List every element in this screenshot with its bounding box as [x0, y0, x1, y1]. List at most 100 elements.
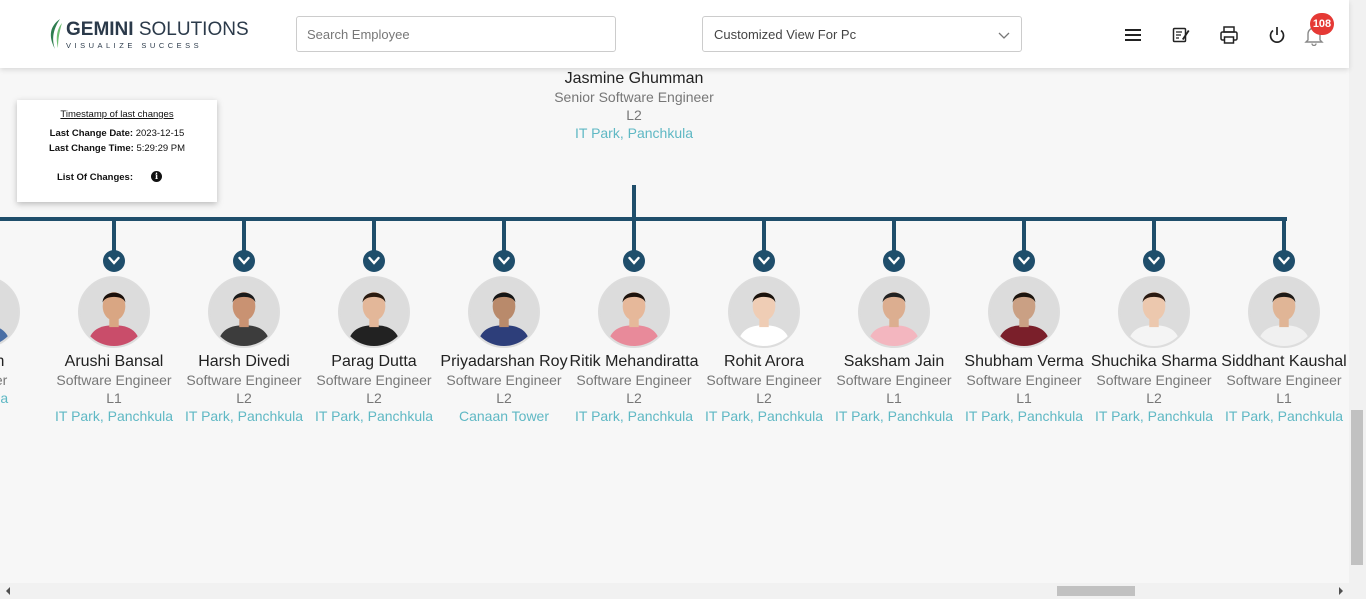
expand-toggle-button[interactable] — [233, 250, 255, 272]
expand-toggle-button[interactable] — [753, 250, 775, 272]
top-header: GEMINI SOLUTIONS VISUALIZE SUCCESS Custo… — [0, 0, 1349, 68]
expand-toggle-button[interactable] — [103, 250, 125, 272]
employee-info: Saksham Jain Software Engineer L1 IT Park,… — [829, 353, 959, 425]
employee-avatar[interactable] — [78, 276, 150, 348]
company-logo[interactable]: GEMINI SOLUTIONS VISUALIZE SUCCESS — [46, 16, 249, 52]
employee-info: Shubham Verma Software Engineer L1 IT Park… — [959, 353, 1089, 425]
expand-toggle-button[interactable] — [623, 250, 645, 272]
chevron-down-icon — [1148, 256, 1160, 265]
person-photo-icon — [470, 278, 538, 346]
employee-connector — [1282, 217, 1286, 253]
employee-role: Software Engineer L1 — [966, 372, 1082, 406]
employee-location: IT Park, Panchkula — [184, 408, 304, 424]
chevron-down-icon — [1278, 256, 1290, 265]
timestamp-card: Timestamp of last changes Last Change Da… — [17, 100, 217, 202]
employee-role: Software Engineer L2 — [576, 372, 692, 406]
employee-avatar[interactable] — [1248, 276, 1320, 348]
employee-name: Saksham Jain — [843, 353, 945, 370]
employee-role: Software Engineer L2 — [446, 372, 562, 406]
employee-info: Harsh Divedi Software Engineer L2 IT Park,… — [179, 353, 309, 425]
employee-name: Priyadarshan Roy — [440, 353, 568, 370]
expand-toggle-button[interactable] — [1013, 250, 1035, 272]
edit-note-icon[interactable] — [1170, 24, 1192, 46]
vertical-scrollbar[interactable] — [1349, 0, 1366, 583]
employee-role: Software Engineer L2 — [186, 372, 302, 406]
employee-location: IT Park, Panchkula — [704, 408, 824, 424]
employee-avatar[interactable] — [728, 276, 800, 348]
org-horizontal-connector — [0, 217, 1287, 221]
person-photo-icon — [210, 278, 278, 346]
expand-toggle-button[interactable] — [1273, 250, 1295, 272]
scroll-left-arrow-icon[interactable] — [3, 583, 13, 599]
employee-name: Siddhant Kaushal — [1221, 353, 1347, 370]
horizontal-scroll-thumb[interactable] — [1057, 586, 1135, 596]
chevron-down-icon — [628, 256, 640, 265]
employee-role: ngineer — [0, 372, 8, 388]
employee-role: Software Engineer L1 — [836, 372, 952, 406]
chevron-down-icon — [498, 256, 510, 265]
employee-connector — [632, 217, 636, 253]
manager-node[interactable]: Jasmine Ghumman Senior Software Engineer… — [554, 70, 714, 142]
employee-role: Software Engineer L1 — [56, 372, 172, 406]
manager-name: Jasmine Ghumman — [564, 70, 704, 87]
employee-name: Ritik Mehandiratta — [569, 353, 699, 370]
employee-info: Ritik Mehandiratta Software Engineer L2 IT… — [569, 353, 699, 425]
person-photo-icon — [860, 278, 928, 346]
expand-toggle-button[interactable] — [1143, 250, 1165, 272]
employee-name: Shuchika Sharma — [1090, 353, 1218, 370]
chevron-down-icon — [998, 32, 1010, 39]
employee-location: IT Park, Panchkula — [314, 408, 434, 424]
person-photo-icon — [990, 278, 1058, 346]
employee-avatar[interactable] — [858, 276, 930, 348]
employee-connector — [1152, 217, 1156, 253]
employee-role: Software Engineer L2 — [316, 372, 432, 406]
horizontal-scrollbar[interactable] — [0, 583, 1366, 599]
scroll-right-arrow-icon[interactable] — [1336, 583, 1346, 599]
employee-name: Harsh Divedi — [198, 353, 290, 370]
person-photo-icon — [80, 278, 148, 346]
view-select-dropdown[interactable]: Customized View For Pc — [702, 16, 1022, 52]
employee-name: Arushi Bansal — [64, 353, 164, 370]
expand-toggle-button[interactable] — [363, 250, 385, 272]
employee-location: IT Park, Panchkula — [54, 408, 174, 424]
chevron-down-icon — [1018, 256, 1030, 265]
person-photo-icon — [1250, 278, 1318, 346]
employee-info: Singhngineer nchkula — [0, 353, 49, 407]
notification-count-badge[interactable]: 108 — [1310, 13, 1334, 35]
person-photo-icon — [1120, 278, 1188, 346]
expand-toggle-button[interactable] — [493, 250, 515, 272]
employee-name: Shubham Verma — [964, 353, 1084, 370]
employee-info: Arushi Bansal Software Engineer L1 IT Park… — [49, 353, 179, 425]
employee-avatar[interactable] — [988, 276, 1060, 348]
employee-location: Canaan Tower — [458, 408, 550, 424]
employee-connector — [372, 217, 376, 253]
employee-avatar[interactable] — [468, 276, 540, 348]
employee-avatar[interactable] — [208, 276, 280, 348]
expand-toggle-button[interactable] — [883, 250, 905, 272]
list-of-changes-label: List Of Changes: — [56, 172, 133, 183]
chevron-down-icon — [108, 256, 120, 265]
employee-location: nchkula — [0, 390, 9, 406]
chevron-down-icon — [238, 256, 250, 265]
print-icon[interactable] — [1218, 24, 1240, 46]
person-photo-icon — [600, 278, 668, 346]
info-icon[interactable]: i — [151, 171, 162, 182]
person-photo-icon — [0, 278, 18, 346]
power-icon[interactable] — [1266, 24, 1288, 46]
employee-location: IT Park, Panchkula — [1224, 408, 1344, 424]
employee-connector — [1022, 217, 1026, 253]
employee-location: IT Park, Panchkula — [1094, 408, 1214, 424]
employee-avatar[interactable] — [0, 276, 20, 348]
employee-connector — [892, 217, 896, 253]
employee-connector — [242, 217, 246, 253]
vertical-scroll-thumb[interactable] — [1351, 410, 1363, 565]
menu-icon[interactable] — [1122, 24, 1144, 46]
employee-info: Shuchika Sharma Software Engineer L2 IT Pa… — [1089, 353, 1219, 425]
employee-avatar[interactable] — [338, 276, 410, 348]
search-employee-input[interactable] — [296, 16, 616, 52]
employee-avatar[interactable] — [1118, 276, 1190, 348]
employee-avatar[interactable] — [598, 276, 670, 348]
employee-name: Singh — [0, 353, 49, 371]
employee-info: Rohit Arora Software Engineer L2 IT Park, … — [699, 353, 829, 425]
chevron-down-icon — [368, 256, 380, 265]
